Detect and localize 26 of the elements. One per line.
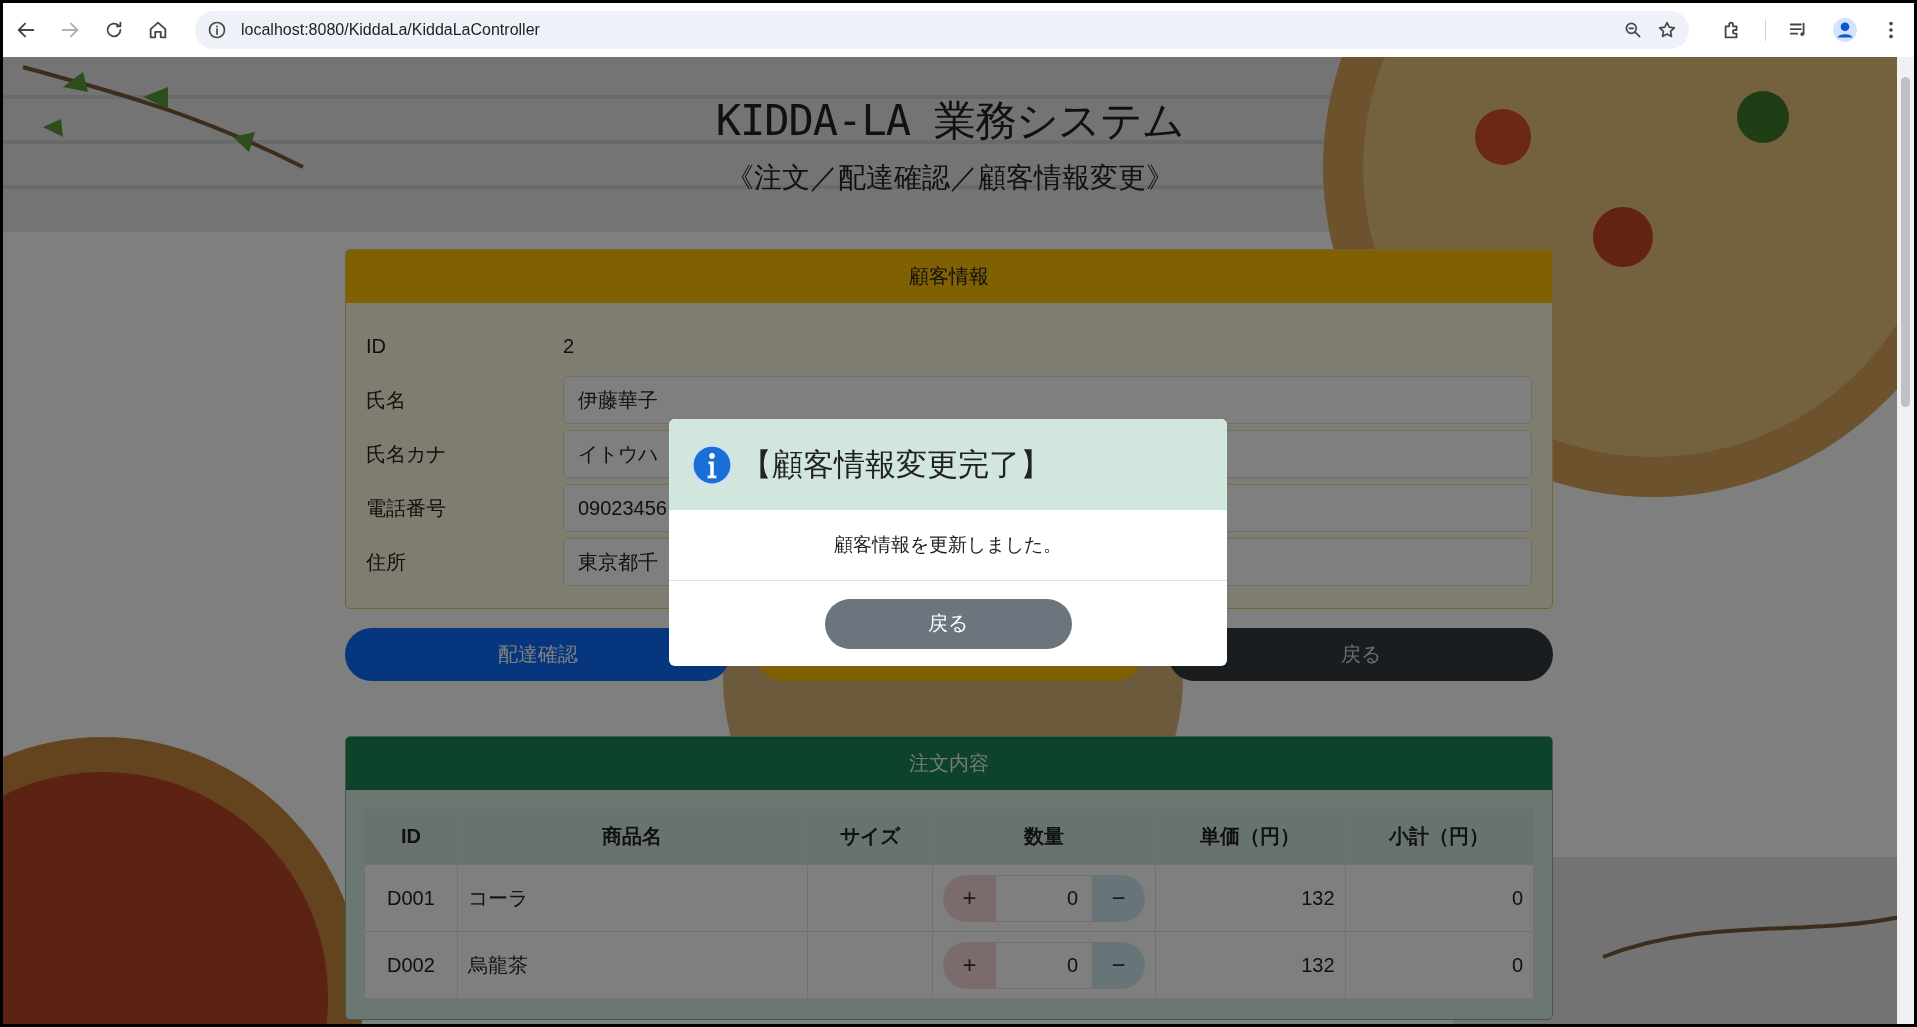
column-header: サイズ bbox=[807, 808, 933, 865]
dialog-message: 顧客情報を更新しました。 bbox=[669, 510, 1227, 581]
panel-header: 注文内容 bbox=[346, 737, 1552, 790]
column-header: 商品名 bbox=[457, 808, 808, 865]
field-label: 住所 bbox=[366, 549, 407, 575]
page-subtitle: 《注文／配達確認／顧客情報変更》 bbox=[726, 160, 1174, 195]
table-cell: D001 bbox=[364, 864, 458, 932]
table-cell: 烏龍茶 bbox=[457, 931, 808, 999]
table-cell: D002 bbox=[364, 931, 458, 999]
table-cell: 132 bbox=[1155, 931, 1345, 999]
field-label: 電話番号 bbox=[366, 495, 447, 521]
field-label: 氏名 bbox=[366, 387, 407, 413]
id-value: 2 bbox=[563, 334, 576, 358]
table-cell: コーラ bbox=[457, 864, 808, 932]
column-header: ID bbox=[364, 808, 458, 865]
table-cell: 0 bbox=[1345, 864, 1534, 932]
column-header: 小計（円） bbox=[1345, 808, 1534, 865]
page-title: KIDDA-LA 業務システム bbox=[715, 94, 1185, 147]
table-cell: 132 bbox=[1155, 864, 1345, 932]
column-header: 単価（円） bbox=[1155, 808, 1345, 865]
dialog-title: 【顧客情報変更完了】 bbox=[741, 445, 1051, 484]
panel-header: 顧客情報 bbox=[346, 250, 1552, 303]
table-cell: 0 bbox=[1345, 931, 1534, 999]
column-header: 数量 bbox=[932, 808, 1156, 865]
field-label: 氏名カナ bbox=[366, 441, 447, 467]
field-label: ID bbox=[366, 334, 387, 358]
